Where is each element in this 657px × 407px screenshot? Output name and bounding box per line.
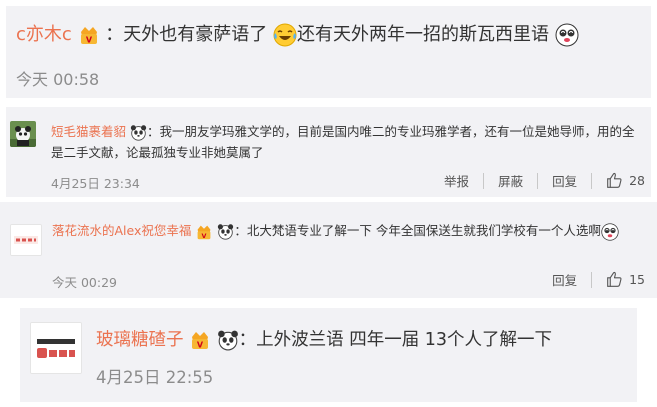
dizzy-emoji-icon <box>601 223 619 241</box>
like-button[interactable]: 28 <box>606 172 645 189</box>
vip-badge-icon <box>195 224 213 240</box>
thumbs-up-icon <box>606 271 623 288</box>
like-count: 15 <box>629 272 645 287</box>
comment-text: 上外波兰语 四年一届 13个人了解一下 <box>256 330 553 350</box>
comment-time: 4月25日 22:55 <box>96 368 214 387</box>
comment-time: 今天 00:29 <box>52 275 117 290</box>
divider <box>483 172 485 189</box>
comment-time: 今天 00:58 <box>16 70 100 89</box>
comment-line: 落花流水的Alex祝您幸福 ：北大梵语专业了解一下 今年全国保送生就我们学校有一… <box>52 220 647 241</box>
comment-card-4: 玻璃糖碴子 ：上外波兰语 四年一届 13个人了解一下 4月25日 22:55 <box>20 308 637 402</box>
username-link[interactable]: 玻璃糖碴子 <box>96 330 184 350</box>
report-button[interactable]: 举报 <box>444 171 469 190</box>
avatar[interactable] <box>10 224 42 256</box>
separator: ： <box>105 24 124 45</box>
divider <box>537 172 539 189</box>
username-link[interactable]: 落花流水的Alex祝您幸福 <box>52 223 191 238</box>
username-link[interactable]: c亦木c <box>16 24 72 45</box>
laugh-cry-emoji-icon <box>273 23 297 47</box>
username-link[interactable]: 短毛猫裹着貂 <box>51 124 126 139</box>
reply-button[interactable]: 回复 <box>552 270 577 289</box>
comment-card-3: 落花流水的Alex祝您幸福 ：北大梵语专业了解一下 今年全国保送生就我们学校有一… <box>0 202 657 298</box>
logo-avatar-image <box>11 225 41 255</box>
vip-badge-icon <box>78 25 100 45</box>
comment-card-1: c亦木c ：天外也有豪萨语了 还有天外两年一招的斯瓦西里语 今天 00:58 <box>6 6 651 98</box>
comment-line: 短毛猫裹着貂 ：我一朋友学玛雅文学的，目前是国内唯二的专业玛雅学者，还有一位是她… <box>51 121 641 163</box>
vip-badge-icon <box>189 330 211 350</box>
divider <box>591 172 593 189</box>
comment-text-part2: 还有天外两年一招的斯瓦西里语 <box>297 24 549 45</box>
comment-text-part1: 天外也有豪萨语了 <box>123 24 268 45</box>
comment-actions: 举报 屏蔽 回复 28 <box>444 171 645 190</box>
logo-avatar-image <box>31 323 81 373</box>
dizzy-emoji-icon <box>555 23 579 47</box>
comment-line: c亦木c ：天外也有豪萨语了 还有天外两年一招的斯瓦西里语 <box>16 20 579 47</box>
panda-emoji-icon <box>130 124 147 141</box>
like-count: 28 <box>629 173 645 188</box>
panda-emoji-icon <box>217 329 239 351</box>
comment-card-2: 短毛猫裹着貂 ：我一朋友学玛雅文学的，目前是国内唯二的专业玛雅学者，还有一位是她… <box>6 107 651 197</box>
separator: ： <box>234 223 247 238</box>
comment-actions: 回复 15 <box>552 270 645 289</box>
block-button[interactable]: 屏蔽 <box>498 171 523 190</box>
avatar[interactable] <box>30 322 82 374</box>
comment-line: 玻璃糖碴子 ：上外波兰语 四年一届 13个人了解一下 <box>96 326 552 351</box>
separator: ： <box>147 124 160 139</box>
thumbs-up-icon <box>606 172 623 189</box>
divider <box>591 271 593 288</box>
comment-text: 北大梵语专业了解一下 今年全国保送生就我们学校有一个人选啊 <box>246 223 601 238</box>
panda-emoji-icon <box>217 223 234 240</box>
panda-avatar-image <box>10 121 36 147</box>
reply-button[interactable]: 回复 <box>552 171 577 190</box>
avatar[interactable] <box>10 121 36 147</box>
separator: ： <box>238 330 257 350</box>
comment-time: 4月25日 23:34 <box>51 176 140 191</box>
like-button[interactable]: 15 <box>606 271 645 288</box>
